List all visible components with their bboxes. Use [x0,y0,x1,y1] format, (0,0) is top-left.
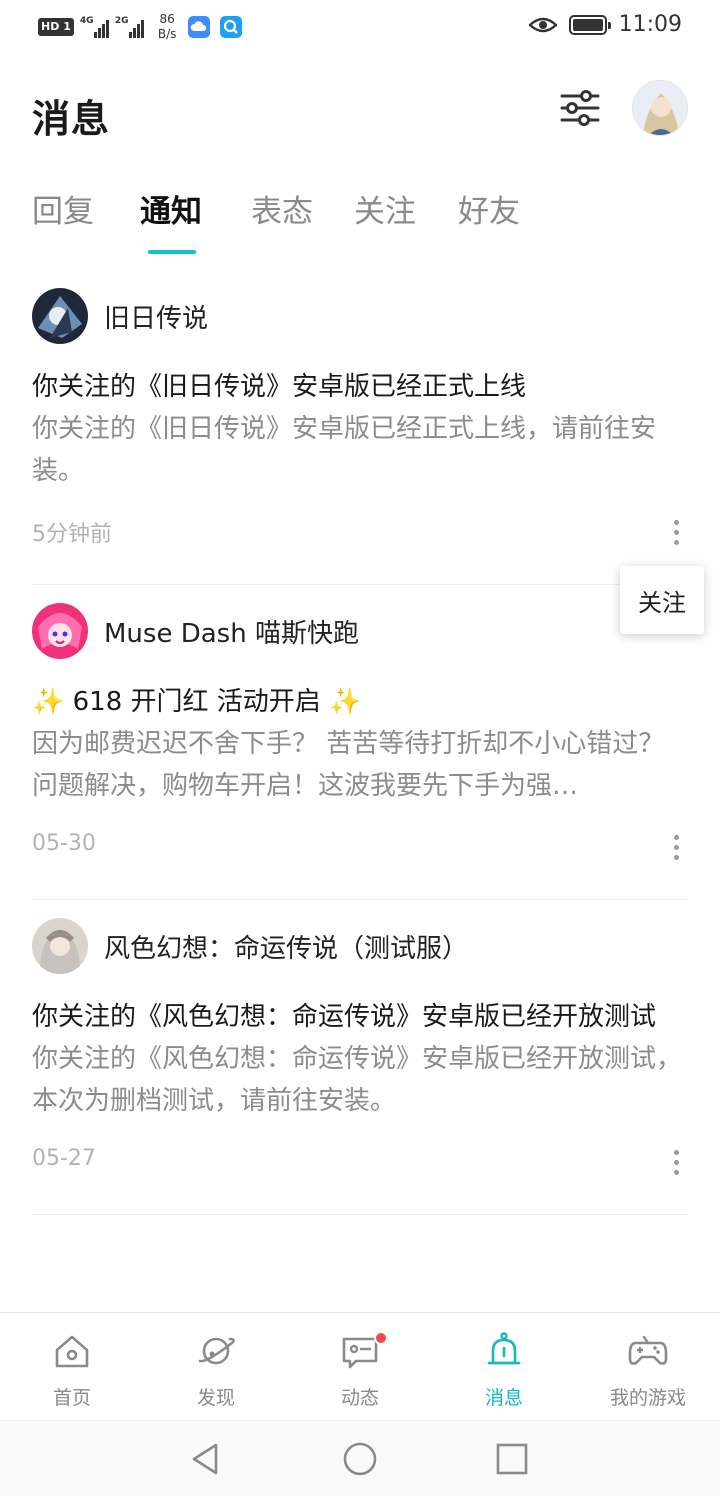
signal-icon: 4G [80,16,109,38]
notification-item[interactable]: 风色幻想：命运传说（测试服） 你关注的《风色幻想：命运传说》安卓版已经开放测试 … [32,916,688,1215]
home-icon [55,1335,89,1368]
game-name[interactable]: 旧日传说 [104,298,208,335]
tab-replies[interactable]: 回复 [32,186,94,231]
tab-notifications[interactable]: 通知 [140,186,202,231]
game-avatar[interactable] [32,603,88,659]
timestamp: 05-27 [32,1146,96,1171]
bottom-navigation: 首页 发现 动态 消息 我的游戏 [0,1312,720,1420]
follow-menu-item[interactable]: 关注 [620,566,704,634]
nav-my-games[interactable]: 我的游戏 [576,1313,720,1421]
page-header: 消息 [0,72,720,152]
game-avatar[interactable] [32,288,88,344]
game-name[interactable]: 风色幻想：命运传说（测试服） [104,928,468,965]
nav-feed[interactable]: 动态 [288,1313,432,1421]
more-options-button[interactable] [664,827,688,867]
status-bar-right: 11:09 [528,12,682,37]
battery-icon [568,14,611,35]
nav-messages[interactable]: 消息 [432,1313,576,1421]
bell-icon [487,1332,521,1365]
page-title: 消息 [32,97,111,141]
planet-icon [198,1337,235,1365]
notification-title: 你关注的《风色幻想：命运传说》安卓版已经开放测试 [32,1002,657,1032]
tab-following[interactable]: 关注 [354,186,416,231]
user-avatar[interactable] [632,80,688,136]
gamepad-icon [628,1335,668,1365]
clock: 11:09 [618,12,682,37]
timestamp: 05-30 [32,831,96,856]
game-name[interactable]: Muse Dash 喵斯快跑 [104,613,359,650]
recents-icon[interactable] [494,1441,530,1477]
home-circle-icon[interactable] [342,1441,378,1477]
notification-footer: 05-27 [32,1142,688,1182]
notification-header: 风色幻想：命运传说（测试服） [32,916,688,976]
notification-body: 因为邮费迟迟不舍下手？ 苦苦等待打折却不小心错过？ 问题解决，购物车开启！这波我… [32,729,665,801]
game-avatar[interactable] [32,918,88,974]
eye-icon [528,17,557,32]
notification-footer: 5分钟前 [32,512,688,552]
notification-list: 旧日传说 你关注的《旧日传说》安卓版已经正式上线 你关注的《旧日传说》安卓版已经… [0,270,720,1215]
signal-icon-2: 2G [115,16,144,38]
active-tab-indicator [148,250,196,254]
status-bar: HD 1 4G 2G 86 B/s 11:09 [0,0,720,56]
search-app-icon [220,16,243,38]
more-options-button[interactable] [664,512,688,552]
status-bar-left: HD 1 4G 2G 86 B/s [38,12,243,42]
tab-reactions[interactable]: 表态 [251,186,313,231]
system-navigation-bar [0,1420,720,1496]
filter-button[interactable] [556,84,604,132]
more-options-button[interactable] [664,1142,688,1182]
notification-title: 你关注的《旧日传说》安卓版已经正式上线 [32,372,527,402]
notification-header: 旧日传说 [32,286,688,346]
back-icon[interactable] [188,1441,224,1477]
notification-title: ✨ 618 开门红 活动开启 ✨ [32,687,362,717]
cloud-app-icon [188,16,211,38]
notification-header: Muse Dash 喵斯快跑 [32,601,688,661]
sliders-icon [560,90,600,126]
notification-body: 你关注的《旧日传说》安卓版已经正式上线，请前往安装。 [32,414,657,486]
nav-home[interactable]: 首页 [0,1313,144,1421]
network-speed: 86 B/s [157,12,177,41]
unread-badge [374,1331,388,1345]
timestamp: 5分钟前 [32,522,112,547]
nav-discover[interactable]: 发现 [144,1313,288,1421]
notification-footer: 05-30 [32,827,688,867]
tab-friends[interactable]: 好友 [458,186,520,231]
message-tabs: 回复 通知 表态 关注 好友 [0,186,720,258]
sparkle-icon: ✨ [32,687,65,717]
hd-badge: HD 1 [38,18,74,36]
notification-item[interactable]: 旧日传说 你关注的《旧日传说》安卓版已经正式上线 你关注的《旧日传说》安卓版已经… [32,286,688,585]
sparkle-icon: ✨ [329,687,362,717]
notification-body: 你关注的《风色幻想：命运传说》安卓版已经开放测试，本次为删档测试，请前往安装。 [32,1044,683,1116]
notification-item[interactable]: Muse Dash 喵斯快跑 ✨ 618 开门红 活动开启 ✨ 因为邮费迟迟不舍… [32,601,688,900]
